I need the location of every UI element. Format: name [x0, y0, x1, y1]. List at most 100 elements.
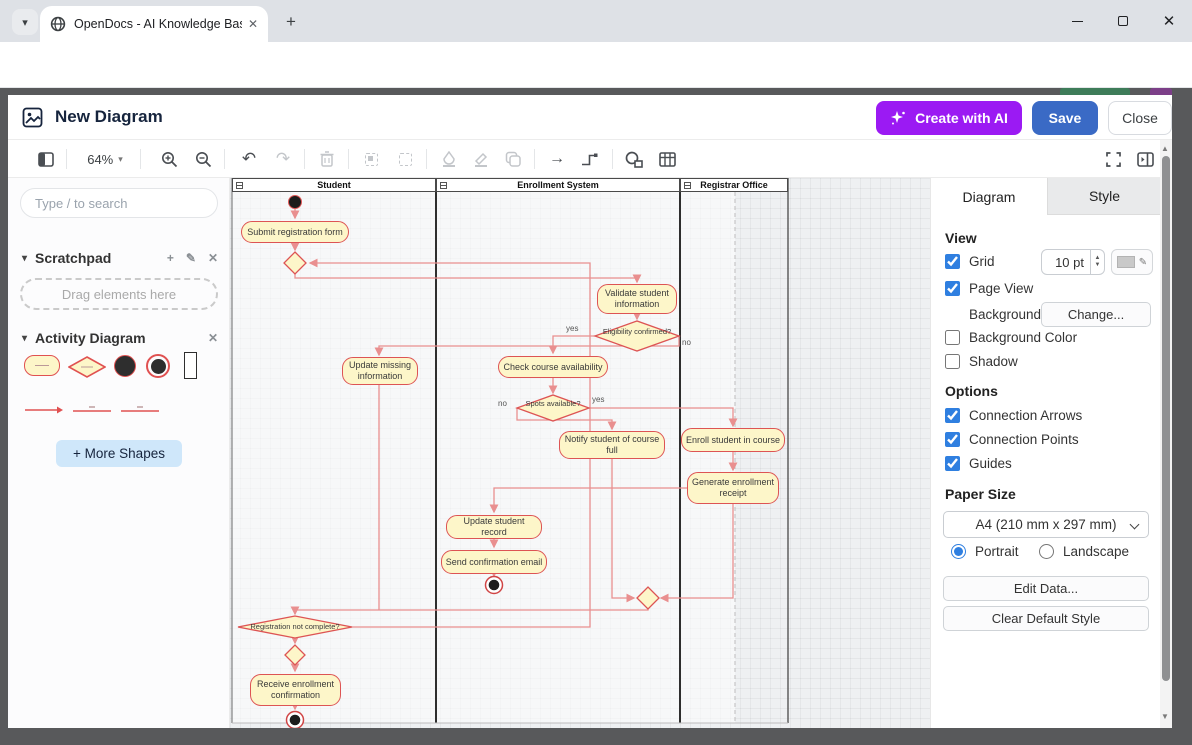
zoom-out-icon[interactable] — [190, 147, 216, 171]
ai-sparkle-icon — [890, 110, 907, 127]
scratchpad-add-icon[interactable]: + — [167, 251, 174, 265]
palette-shape-decision[interactable] — [68, 356, 106, 383]
node-submit-registration-form[interactable]: Submit registration form — [241, 221, 349, 243]
screen: ▾ OpenDocs - AI Knowledge Base ✕ + ✕ ← →… — [0, 0, 1192, 745]
delete-icon[interactable] — [314, 147, 340, 171]
landscape-radio[interactable] — [1039, 544, 1054, 559]
scroll-up-icon[interactable]: ▲ — [1161, 144, 1169, 153]
scratchpad-edit-icon[interactable]: ✎ — [186, 251, 196, 265]
palette-connector-control-flow[interactable] — [24, 402, 64, 420]
straight-connector-icon[interactable]: → — [544, 147, 570, 171]
shadow-checkbox[interactable] — [945, 354, 960, 369]
new-tab-button[interactable]: + — [280, 11, 302, 33]
swimlane-header-registrar-office[interactable]: Registrar Office — [680, 178, 788, 192]
window-minimize-button[interactable] — [1054, 0, 1100, 42]
node-validate-student-information[interactable]: Validate student information — [597, 284, 677, 314]
palette-section-header[interactable]: ▾ Activity Diagram ✕ — [22, 330, 218, 346]
paper-size-select[interactable]: A4 (210 mm x 297 mm) — [943, 511, 1149, 538]
scrollbar-thumb[interactable] — [1162, 156, 1170, 681]
browser-tab-strip: ▾ OpenDocs - AI Knowledge Base ✕ + ✕ — [0, 0, 1192, 42]
copy-style-icon[interactable] — [500, 147, 526, 171]
table-icon[interactable] — [654, 147, 680, 171]
background-color-checkbox[interactable] — [945, 330, 960, 345]
fill-color-icon[interactable] — [436, 147, 462, 171]
elbow-connector-icon[interactable] — [576, 147, 602, 171]
node-send-confirmation-email[interactable]: Send confirmation email — [441, 550, 547, 574]
fullscreen-icon[interactable] — [1100, 147, 1126, 171]
page-view-checkbox[interactable] — [945, 281, 960, 296]
palette-shape-action[interactable] — [24, 355, 60, 376]
window-close-button[interactable]: ✕ — [1146, 0, 1192, 42]
lane-collapse-icon[interactable] — [684, 182, 691, 189]
collapse-triangle-icon[interactable]: ▾ — [22, 253, 27, 264]
guides-checkbox[interactable] — [945, 456, 960, 471]
connection-points-checkbox[interactable] — [945, 432, 960, 447]
node-update-student-record[interactable]: Update student record — [446, 515, 542, 539]
palette-shape-final-node[interactable] — [146, 354, 170, 378]
tab-search-button[interactable]: ▾ — [12, 9, 38, 35]
palette-connector-dependency[interactable] — [120, 402, 160, 420]
diagram-canvas[interactable]: Student Enrollment System Registrar Offi… — [230, 178, 930, 728]
palette-shape-initial-node[interactable] — [114, 355, 136, 377]
node-update-missing-information[interactable]: Update missing information — [342, 357, 418, 385]
dropzone-hint: Drag elements here — [62, 287, 176, 302]
edit-data-button[interactable]: Edit Data... — [943, 576, 1149, 601]
scratchpad-dropzone[interactable]: Drag elements here — [20, 278, 218, 310]
edit-data-label: Edit Data... — [1014, 581, 1078, 596]
lane-collapse-icon[interactable] — [236, 182, 243, 189]
palette-connector-labeled-flow[interactable] — [72, 402, 112, 420]
tab-style[interactable]: Style — [1047, 178, 1161, 215]
more-shapes-button[interactable]: + More Shapes — [56, 440, 182, 467]
swimlane-header-student[interactable]: Student — [232, 178, 436, 192]
scroll-down-icon[interactable]: ▼ — [1161, 712, 1169, 721]
decision-spots-available[interactable]: Spots available? — [515, 400, 591, 408]
scratchpad-close-icon[interactable]: ✕ — [208, 251, 218, 265]
portrait-radio[interactable] — [951, 544, 966, 559]
save-button[interactable]: Save — [1032, 101, 1098, 135]
zoom-in-icon[interactable] — [156, 147, 182, 171]
create-with-ai-button[interactable]: Create with AI — [876, 101, 1022, 135]
tab-title: OpenDocs - AI Knowledge Base — [74, 17, 242, 31]
scratchpad-section-header[interactable]: ▾ Scratchpad + ✎ ✕ — [22, 250, 218, 266]
palette-shape-partition[interactable] — [184, 352, 197, 379]
node-check-course-availability[interactable]: Check course availability — [498, 356, 608, 378]
lane-collapse-icon[interactable] — [440, 182, 447, 189]
window-maximize-button[interactable] — [1100, 0, 1146, 42]
node-notify-student-course-full[interactable]: Notify student of course full — [559, 431, 665, 459]
create-with-ai-label: Create with AI — [915, 110, 1008, 126]
palette-close-icon[interactable]: ✕ — [208, 331, 218, 345]
node-generate-enrollment-receipt[interactable]: Generate enrollment receipt — [687, 472, 779, 504]
clear-default-style-button[interactable]: Clear Default Style — [943, 606, 1149, 631]
decision-registration-not-complete[interactable]: Registration not complete? — [238, 623, 352, 631]
undo-icon[interactable]: ↶ — [236, 147, 262, 171]
close-button[interactable]: Close — [1108, 101, 1172, 135]
line-color-icon[interactable] — [468, 147, 494, 171]
background-change-button[interactable]: Change... — [1041, 302, 1151, 327]
shape-link-icon[interactable] — [620, 147, 648, 171]
toggle-sidebar-icon[interactable] — [34, 147, 58, 171]
swimlane-header-enrollment-system[interactable]: Enrollment System — [436, 178, 680, 192]
grid-checkbox[interactable] — [945, 254, 960, 269]
tab-diagram[interactable]: Diagram — [931, 178, 1047, 215]
lasso-select-icon[interactable] — [392, 147, 418, 171]
document-title: New Diagram — [55, 107, 163, 127]
decision-eligibility-confirmed[interactable]: Eligibility confirmed? — [597, 328, 677, 336]
redo-icon[interactable]: ↷ — [270, 147, 296, 171]
grid-size-input[interactable]: 10 pt — [1041, 249, 1091, 275]
collapse-triangle-icon[interactable]: ▾ — [22, 333, 27, 344]
browser-tab[interactable]: OpenDocs - AI Knowledge Base ✕ — [40, 6, 268, 42]
vertical-scrollbar[interactable]: ▲ ▼ — [1160, 140, 1172, 728]
shadow-row: Shadow — [945, 354, 1018, 369]
zoom-level-dropdown[interactable]: 64%▾ — [76, 146, 134, 172]
search-input[interactable] — [20, 188, 218, 218]
stepper-down-icon[interactable]: ▼ — [1095, 262, 1101, 269]
node-receive-enrollment-confirmation[interactable]: Receive enrollment confirmation — [250, 674, 341, 706]
select-area-icon[interactable] — [358, 147, 384, 171]
grid-color-button[interactable]: ✎ — [1111, 249, 1153, 275]
stepper-up-icon[interactable]: ▲ — [1095, 255, 1101, 262]
connection-arrows-checkbox[interactable] — [945, 408, 960, 423]
grid-size-stepper[interactable]: ▲▼ — [1091, 249, 1105, 275]
collapse-panel-icon[interactable] — [1132, 147, 1158, 171]
node-enroll-student-in-course[interactable]: Enroll student in course — [681, 428, 785, 452]
tab-close-icon[interactable]: ✕ — [248, 17, 258, 31]
